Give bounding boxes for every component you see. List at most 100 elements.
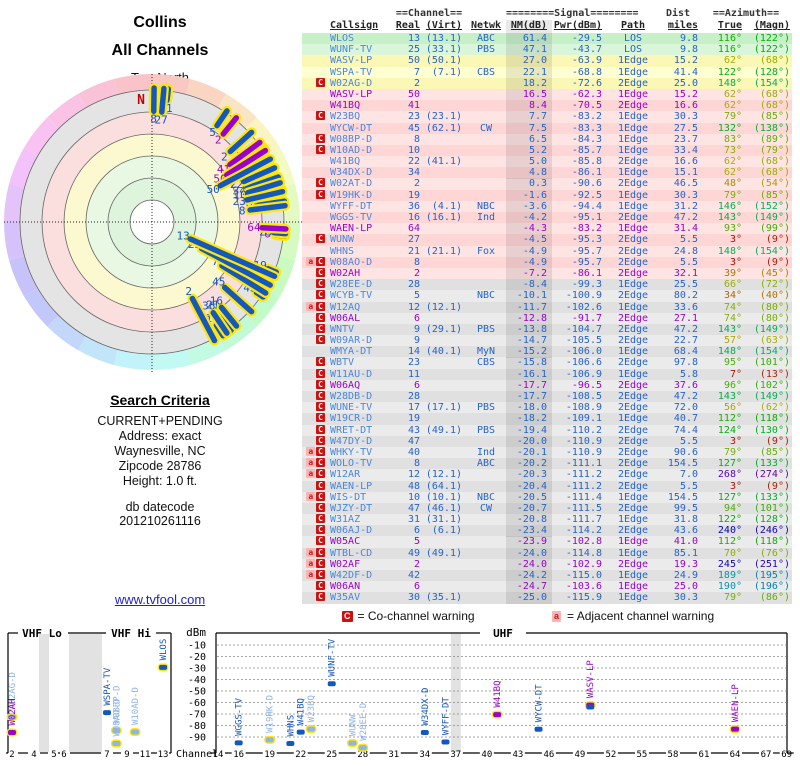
cell-network: Fox bbox=[476, 245, 496, 257]
cell-real-channel: 50 bbox=[407, 88, 420, 100]
cell-network bbox=[466, 55, 506, 66]
cell-warnings: C bbox=[302, 357, 328, 368]
cell-virtual-channel bbox=[420, 234, 466, 245]
search-criteria-line: Height: 1.0 ft. bbox=[122, 474, 198, 488]
cell-azimuth-true: 79° bbox=[723, 189, 742, 201]
cell-network: NBC bbox=[476, 491, 496, 503]
cell-azimuth-true: 143° bbox=[717, 212, 742, 223]
station-callsign-label: W19HK-D bbox=[266, 695, 276, 733]
station-marker-dot bbox=[296, 729, 305, 735]
cell-real-channel: 10 bbox=[407, 144, 420, 156]
tvfool-link[interactable]: www.tvfool.com bbox=[0, 592, 320, 607]
table-row: a C W12AR 12 (12.1) -20.3 -111.2 2Edge 7.0 268° (2… bbox=[302, 469, 792, 481]
north-label: N bbox=[137, 93, 145, 108]
cell-path: 1Edge bbox=[617, 223, 649, 235]
cell-real-channel: 28 bbox=[407, 279, 420, 291]
cell-azimuth-magn: (99°) bbox=[759, 223, 790, 235]
cell-dist-miles: 5.5 bbox=[679, 234, 698, 246]
cell-real-channel: 25 bbox=[407, 44, 420, 56]
station-callsign-label: WASV-LP bbox=[586, 660, 596, 699]
channel-tick-label: 55 bbox=[637, 750, 648, 760]
table-row: WLOS 13 (13.1) ABC 61.4 -29.5 LOS 9.8 116° (122°) bbox=[302, 33, 792, 45]
cell-azimuth-magn: (118°) bbox=[753, 413, 790, 425]
channel-tick-label: 67 bbox=[761, 750, 772, 760]
cell-virtual-channel bbox=[420, 357, 466, 368]
channel-tick-label: 64 bbox=[730, 750, 741, 760]
cell-virtual-channel bbox=[420, 536, 466, 547]
search-criteria-line: CURRENT+PENDING bbox=[97, 414, 223, 428]
cell-callsign: W06AJ-D bbox=[330, 525, 373, 537]
channel-tick-label: 16 bbox=[233, 750, 244, 760]
cell-callsign: W02AH bbox=[330, 267, 361, 279]
cell-pwr-dbm: -90.6 bbox=[571, 178, 602, 190]
co-channel-warning-icon: C bbox=[316, 144, 325, 154]
cell-nm-db: -4.2 bbox=[506, 212, 552, 224]
table-row: C W06AN 6 -24.7 -103.6 1Edge 25.0 190° (196°) bbox=[302, 581, 792, 593]
cell-callsign: W42DF-D bbox=[330, 570, 373, 581]
cell-warnings: C bbox=[302, 368, 328, 380]
cell-real-channel: 6 bbox=[413, 581, 420, 593]
col-header-path: Path bbox=[620, 20, 646, 31]
cell-path: 2Edge bbox=[617, 100, 649, 112]
co-channel-warning-icon: C bbox=[316, 234, 325, 244]
cell-azimuth-true: 245° bbox=[717, 558, 742, 570]
channel-tick-label: 14 bbox=[213, 750, 224, 760]
table-row: C W06AJ-D 6 (6.1) -23.4 -114.2 2Edge 43.6 240° (2… bbox=[302, 525, 792, 537]
cell-network: PBS bbox=[476, 402, 496, 414]
cell-warnings bbox=[302, 89, 328, 100]
cell-dist-miles: 7.0 bbox=[679, 469, 698, 481]
cell-dist-miles: 27.5 bbox=[673, 122, 698, 134]
cell-network bbox=[466, 190, 506, 201]
cell-virtual-channel bbox=[420, 335, 466, 346]
cell-azimuth-magn: (79°) bbox=[759, 144, 790, 156]
cell-pwr-dbm: -95.3 bbox=[571, 234, 602, 246]
cell-callsign: W19CR-D bbox=[330, 413, 373, 425]
cell-warnings bbox=[302, 212, 328, 223]
cell-real-channel: 12 bbox=[407, 301, 420, 313]
cell-pwr-dbm: -85.8 bbox=[571, 156, 602, 168]
table-row: C W02AH 2 -7.2 -86.1 2Edge 32.1 39° (45°) bbox=[302, 267, 792, 280]
cell-virtual-channel bbox=[420, 559, 466, 570]
station-callsign-label: W23BQ bbox=[307, 695, 317, 722]
cell-azimuth-magn: (130°) bbox=[753, 424, 790, 436]
cell-dist-miles: 5.5 bbox=[679, 256, 698, 268]
station-marker: WASV-LP bbox=[584, 660, 596, 710]
cell-azimuth-true: 79° bbox=[723, 111, 742, 123]
cell-callsign: W47DY-D bbox=[330, 435, 373, 447]
cell-azimuth-true: 66° bbox=[723, 279, 742, 291]
cell-nm-db: -3.6 bbox=[506, 200, 552, 213]
radar-chart: N431917611231499612528282127641636192342… bbox=[4, 74, 302, 372]
cell-network bbox=[466, 369, 506, 380]
cell-virtual-channel bbox=[420, 447, 466, 458]
cell-callsign: W09AR-D bbox=[330, 335, 373, 347]
cell-callsign: WUNE-TV bbox=[330, 402, 373, 414]
cell-network bbox=[466, 111, 506, 122]
station-marker-dot bbox=[731, 726, 739, 732]
cell-azimuth-magn: (196°) bbox=[753, 581, 790, 593]
cell-pwr-dbm: -111.4 bbox=[565, 491, 602, 503]
cell-callsign: W35AV bbox=[330, 592, 361, 604]
cell-azimuth-true: 116° bbox=[717, 44, 742, 56]
channel-tick-label: 5 bbox=[51, 750, 56, 760]
station-callsign-label: WYCW-DT bbox=[535, 684, 545, 723]
search-criteria-line: Waynesville, NC bbox=[114, 444, 206, 458]
col-header-netwk: Netwk bbox=[470, 20, 502, 31]
cell-dist-miles: 85.1 bbox=[673, 547, 698, 559]
cell-dist-miles: 30.3 bbox=[673, 189, 698, 201]
cell-dist-miles: 15.2 bbox=[673, 88, 698, 100]
cell-azimuth-magn: (85°) bbox=[759, 189, 790, 201]
cell-pwr-dbm: -111.1 bbox=[565, 458, 602, 470]
station-channel-label: 2 bbox=[185, 285, 192, 298]
cell-nm-db: -20.7 bbox=[506, 502, 552, 515]
cell-dist-miles: 43.6 bbox=[673, 525, 698, 537]
cell-azimuth-true: 48° bbox=[723, 178, 742, 190]
cell-azimuth-true: 122° bbox=[717, 514, 742, 526]
cell-azimuth-magn: (63°) bbox=[759, 335, 790, 347]
cell-nm-db: 7.5 bbox=[506, 122, 552, 134]
cell-real-channel: 22 bbox=[407, 156, 420, 168]
cell-warnings: C bbox=[302, 536, 328, 547]
cell-network bbox=[466, 469, 506, 480]
cell-callsign: W31AZ bbox=[330, 514, 361, 526]
cell-azimuth-magn: (128°) bbox=[753, 514, 790, 526]
cell-network: ABC bbox=[476, 33, 496, 44]
